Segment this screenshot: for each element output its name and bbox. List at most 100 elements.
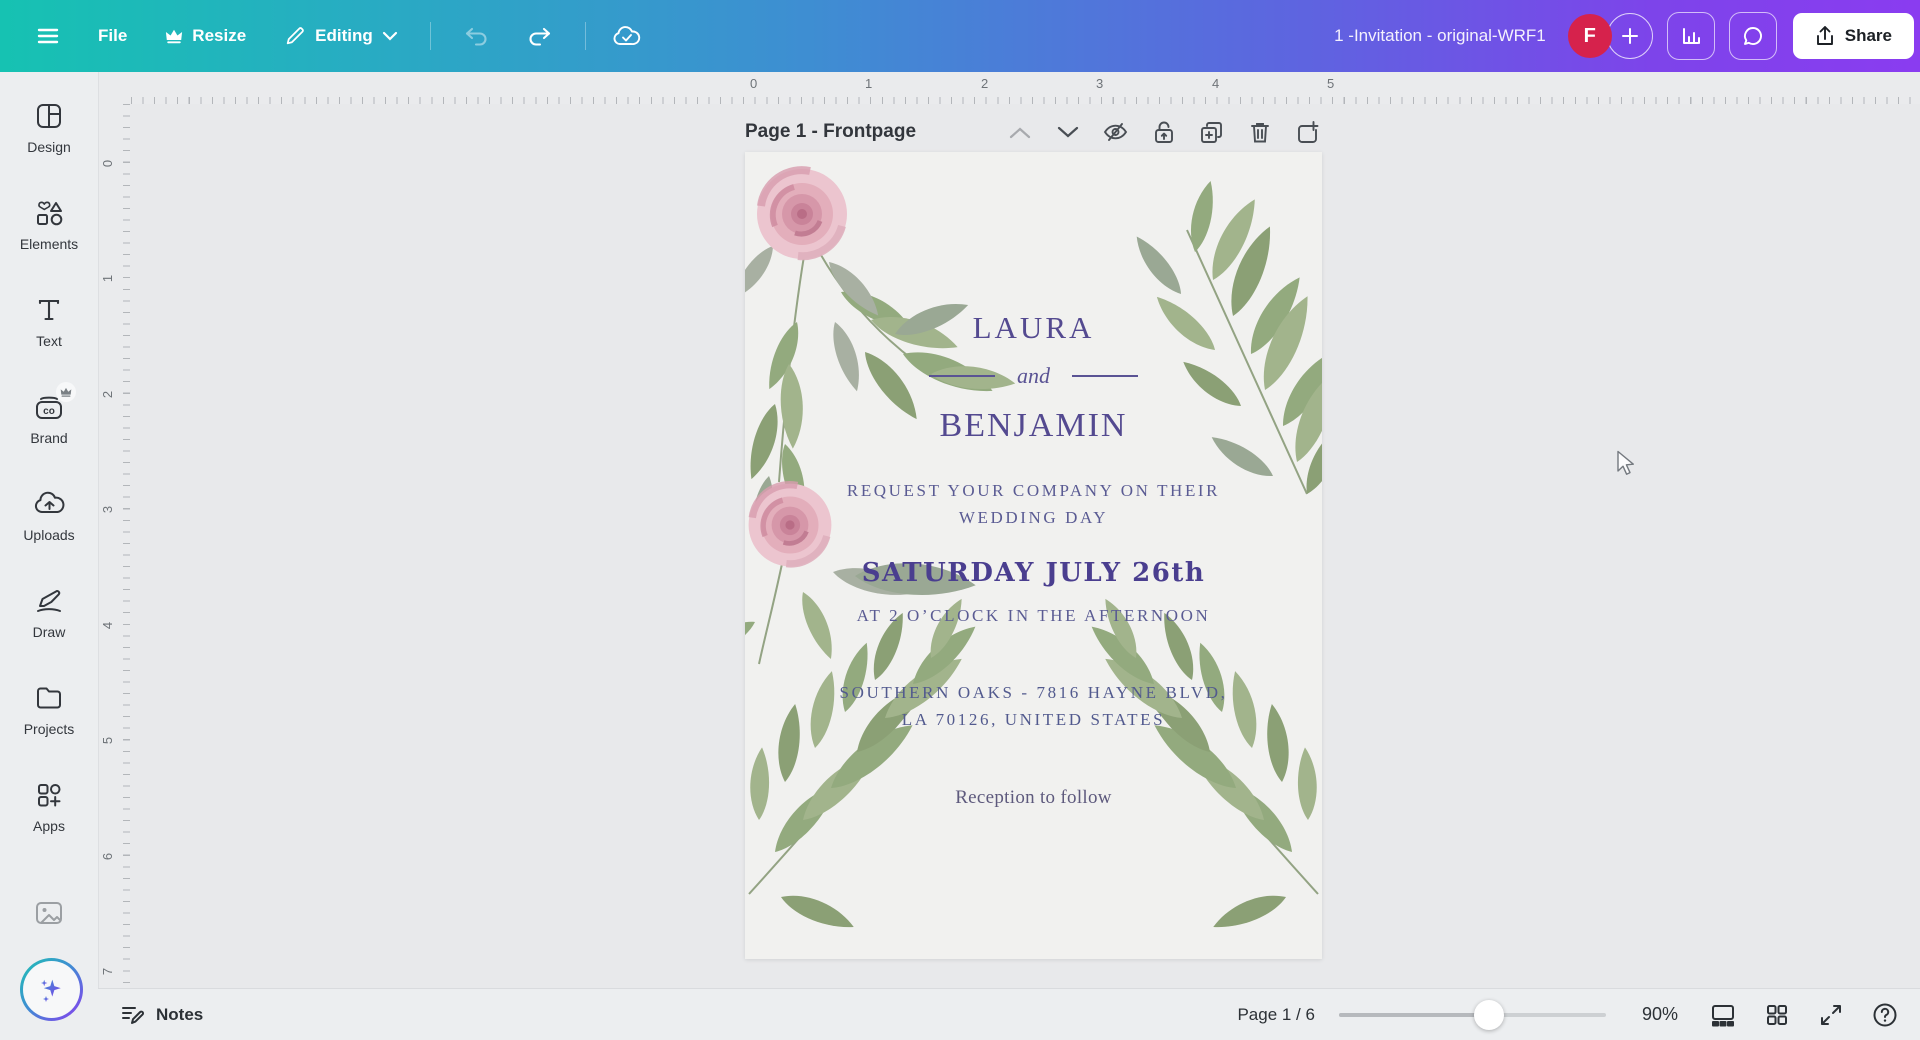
comments-button[interactable] [1728, 12, 1777, 60]
hide-page-button[interactable] [1101, 118, 1130, 147]
design-icon [33, 100, 65, 132]
fullscreen-button[interactable] [1814, 998, 1848, 1032]
image-placeholder-icon[interactable] [33, 898, 65, 928]
help-button[interactable] [1868, 998, 1902, 1032]
venue-line-2[interactable]: LA 70126, UNITED STATES [745, 710, 1322, 730]
file-menu-button[interactable]: File [92, 25, 133, 47]
sidebar-item-design[interactable]: Design [0, 86, 98, 183]
undo-icon [463, 24, 489, 48]
notes-icon [120, 1003, 146, 1027]
conjunction-text: and [1017, 363, 1050, 388]
document-title[interactable]: 1 -Invitation - original-WRF1 [1334, 26, 1546, 46]
chevron-down-icon [382, 31, 398, 41]
share-button[interactable]: Share [1792, 13, 1914, 59]
notes-label: Notes [156, 1004, 204, 1024]
file-menu-label: File [98, 26, 128, 45]
slider-thumb[interactable] [1473, 999, 1504, 1030]
apps-icon [33, 779, 65, 811]
presenter-view-button[interactable] [1706, 998, 1740, 1032]
zoom-level[interactable]: 90% [1642, 1004, 1678, 1025]
main-menu-button[interactable] [30, 23, 66, 49]
upload-cloud-icon [33, 488, 65, 520]
ruler-number: 3 [1096, 76, 1104, 91]
editing-label: Editing [315, 26, 373, 45]
draw-pencil-icon [33, 585, 65, 617]
comment-bubble-icon [1741, 24, 1765, 48]
sidebar-item-label: Design [27, 139, 71, 155]
wedding-date[interactable]: SATURDAY JULY 26th [745, 558, 1322, 588]
folder-icon [33, 682, 65, 714]
sidebar-item-label: Apps [33, 818, 65, 834]
sidebar-item-projects[interactable]: Projects [0, 668, 98, 765]
resize-button[interactable]: Resize [159, 25, 252, 47]
page-indicator[interactable]: Page 1 / 6 [1237, 1005, 1315, 1025]
request-line-1[interactable]: REQUEST YOUR COMPANY ON THEIR [745, 481, 1322, 501]
canva-ai-button[interactable] [20, 958, 83, 1021]
sidebar-item-text[interactable]: Text [0, 280, 98, 377]
design-canvas[interactable]: Page 1 - Frontpage LAURA and BENJAMIN RE… [130, 104, 1920, 989]
slider-fill [1338, 1012, 1489, 1017]
add-member-button[interactable] [1606, 13, 1653, 59]
crown-icon [165, 28, 183, 44]
groom-name[interactable]: BENJAMIN [745, 407, 1322, 445]
editing-mode-dropdown[interactable]: Editing [278, 24, 404, 48]
toolbar-divider [584, 22, 586, 50]
share-label: Share [1844, 26, 1892, 45]
hamburger-icon [36, 24, 60, 48]
undo-button[interactable] [457, 23, 495, 49]
grid-view-button[interactable] [1760, 998, 1794, 1032]
move-page-down-button[interactable] [1053, 118, 1082, 147]
sidebar-item-draw[interactable]: Draw [0, 571, 98, 668]
horizontal-ruler[interactable]: 0 1 2 3 4 5 [98, 72, 1920, 104]
conjunction-row[interactable]: and [745, 363, 1322, 389]
invitation-page[interactable]: LAURA and BENJAMIN REQUEST YOUR COMPANY … [745, 152, 1322, 959]
reception-note[interactable]: Reception to follow [745, 787, 1322, 809]
ruler-number: 2 [981, 76, 989, 91]
floral-artwork [745, 152, 1322, 941]
ruler-tick-marks [131, 97, 1920, 104]
elements-icon [33, 197, 65, 229]
ruler-number: 4 [1212, 76, 1220, 91]
sidebar-item-uploads[interactable]: Uploads [0, 474, 98, 571]
ruler-number: 5 [100, 736, 116, 745]
wedding-time[interactable]: AT 2 O’CLOCK IN THE AFTERNOON [745, 606, 1322, 626]
left-sidebar: Design Elements Text co Brand Uploads Dr… [0, 72, 99, 1040]
page-title[interactable]: Page 1 - Frontpage [745, 121, 916, 143]
insights-button[interactable] [1666, 12, 1715, 60]
move-page-up-button[interactable] [1005, 118, 1034, 147]
bride-name[interactable]: LAURA [745, 310, 1322, 346]
bottom-bar: Notes Page 1 / 6 90% [98, 988, 1920, 1040]
sidebar-item-label: Text [36, 333, 62, 349]
redo-button[interactable] [521, 23, 559, 49]
zoom-slider[interactable] [1338, 999, 1606, 1030]
sparkle-icon [37, 975, 67, 1005]
ruler-number: 6 [100, 852, 116, 861]
page-header: Page 1 - Frontpage [745, 116, 1322, 148]
add-page-button[interactable] [1293, 118, 1322, 147]
sidebar-item-label: Elements [19, 236, 79, 252]
ruler-number: 7 [100, 967, 116, 976]
text-icon [33, 294, 65, 326]
sidebar-item-label: Brand [30, 430, 68, 446]
sidebar-item-brand[interactable]: co Brand [0, 377, 98, 474]
top-bar: File Resize Editing 1 -Invitation - orig… [0, 0, 1920, 72]
sidebar-item-elements[interactable]: Elements [0, 183, 98, 280]
cloud-saved-icon [612, 23, 642, 49]
avatar[interactable]: F [1567, 14, 1612, 58]
redo-icon [527, 24, 553, 48]
duplicate-page-button[interactable] [1197, 118, 1226, 147]
vertical-ruler[interactable]: 0 1 2 3 4 5 6 7 [98, 104, 130, 989]
sidebar-item-label: Draw [32, 624, 66, 640]
sidebar-item-apps[interactable]: Apps [0, 765, 98, 862]
ruler-number: 1 [100, 274, 116, 283]
venue-line-1[interactable]: SOUTHERN OAKS - 7816 HAYNE BLVD, [745, 683, 1322, 703]
resize-label: Resize [192, 26, 247, 45]
request-line-2[interactable]: WEDDING DAY [745, 508, 1322, 528]
sidebar-item-label: Uploads [23, 527, 75, 543]
notes-button[interactable]: Notes [120, 1003, 203, 1027]
lock-page-button[interactable] [1149, 118, 1178, 147]
svg-text:co: co [43, 406, 55, 417]
delete-page-button[interactable] [1245, 118, 1274, 147]
ruler-number: 1 [865, 76, 873, 91]
brand-icon: co [33, 382, 76, 423]
